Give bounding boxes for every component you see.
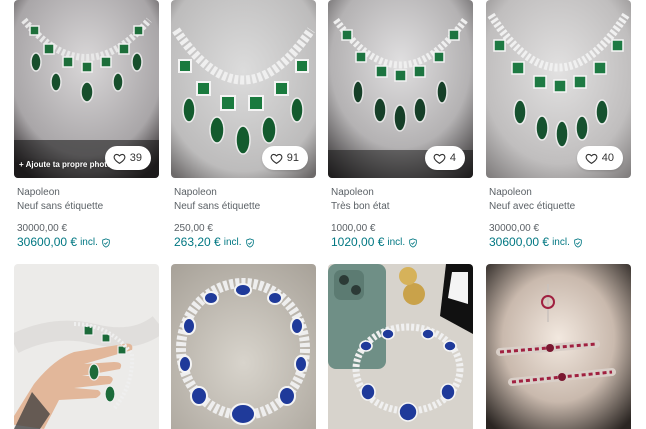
listing-condition: Très bon état — [331, 201, 390, 212]
necklace-photo — [14, 264, 159, 429]
listing-photo-emerald-necklace[interactable]: 4 — [328, 0, 473, 178]
listing-price-incl-protection[interactable]: 263,20 € incl. — [174, 235, 314, 250]
necklace-photo — [171, 264, 316, 429]
incl-label: incl. — [80, 237, 98, 248]
shield-check-icon — [245, 237, 254, 248]
listing-photo-sapphire-necklace[interactable] — [171, 264, 316, 429]
heart-icon — [433, 153, 446, 164]
favorite-button[interactable]: 40 — [576, 146, 623, 170]
listing-brand[interactable]: Napoleon — [17, 186, 157, 200]
listing-photo-hand-holding-necklace[interactable] — [14, 264, 159, 429]
heart-icon — [585, 153, 598, 164]
price-incl-value: 1020,00 € — [331, 235, 385, 249]
listing-info: Napoleon Neuf sans étiquette 30000,00 € … — [17, 186, 157, 250]
listing-condition: Neuf sans étiquette — [17, 201, 104, 212]
listing-brand[interactable]: Napoleon — [174, 186, 314, 200]
listing-photo-sapphire-necklace-with-phone[interactable] — [328, 264, 473, 429]
price-incl-value: 30600,00 € — [489, 235, 550, 249]
favorite-button[interactable]: 4 — [424, 146, 465, 170]
incl-label: incl. — [223, 237, 242, 248]
favorite-count: 39 — [129, 152, 142, 164]
listing-brand[interactable]: Napoleon — [331, 186, 471, 200]
listing-price: 250,00 € — [174, 223, 213, 234]
favorite-button[interactable]: 39 — [104, 146, 151, 170]
incl-label: incl. — [552, 237, 570, 248]
favorite-count: 40 — [601, 152, 614, 164]
listing-price-incl-protection[interactable]: 30600,00 € incl. — [17, 235, 157, 250]
listing-price-incl-protection[interactable]: 1020,00 € incl. — [331, 235, 471, 250]
shield-check-icon — [102, 237, 110, 248]
listing-condition: Neuf sans étiquette — [174, 201, 261, 212]
heart-icon — [270, 153, 283, 164]
necklace-photo — [328, 264, 473, 429]
listing-info: Napoleon Neuf avec étiquette 30000,00 € … — [489, 186, 629, 250]
favorite-count: 4 — [449, 152, 456, 164]
favorite-button[interactable]: 91 — [261, 146, 308, 170]
listing-photo-emerald-necklace[interactable]: 91 — [171, 0, 316, 178]
favorite-count: 91 — [286, 152, 299, 164]
listing-price: 1000,00 € — [331, 223, 376, 234]
listing-info: Napoleon Très bon état 1000,00 € 1020,00… — [331, 186, 471, 250]
add-own-photo-label[interactable]: + Ajoute ta propre photo — [19, 160, 112, 169]
listing-photo-emerald-necklace[interactable]: + Ajoute ta propre photo 39 — [14, 0, 159, 178]
listing-photo-emerald-necklace[interactable]: 40 — [486, 0, 631, 178]
price-incl-value: 263,20 € — [174, 235, 221, 249]
incl-label: incl. — [387, 237, 406, 248]
shield-check-icon — [574, 237, 582, 248]
heart-icon — [113, 153, 126, 164]
listing-info: Napoleon Neuf sans étiquette 250,00 € 26… — [174, 186, 314, 250]
shield-check-icon — [409, 237, 417, 248]
listing-photo-ruby-bracelets[interactable] — [486, 264, 631, 429]
listing-price-incl-protection[interactable]: 30600,00 € incl. — [489, 235, 629, 250]
price-incl-value: 30600,00 € — [17, 235, 78, 249]
listing-price: 30000,00 € — [489, 223, 540, 234]
listing-condition: Neuf avec étiquette — [489, 201, 576, 212]
listing-price: 30000,00 € — [17, 223, 68, 234]
bracelet-photo — [486, 264, 631, 429]
listing-brand[interactable]: Napoleon — [489, 186, 629, 200]
